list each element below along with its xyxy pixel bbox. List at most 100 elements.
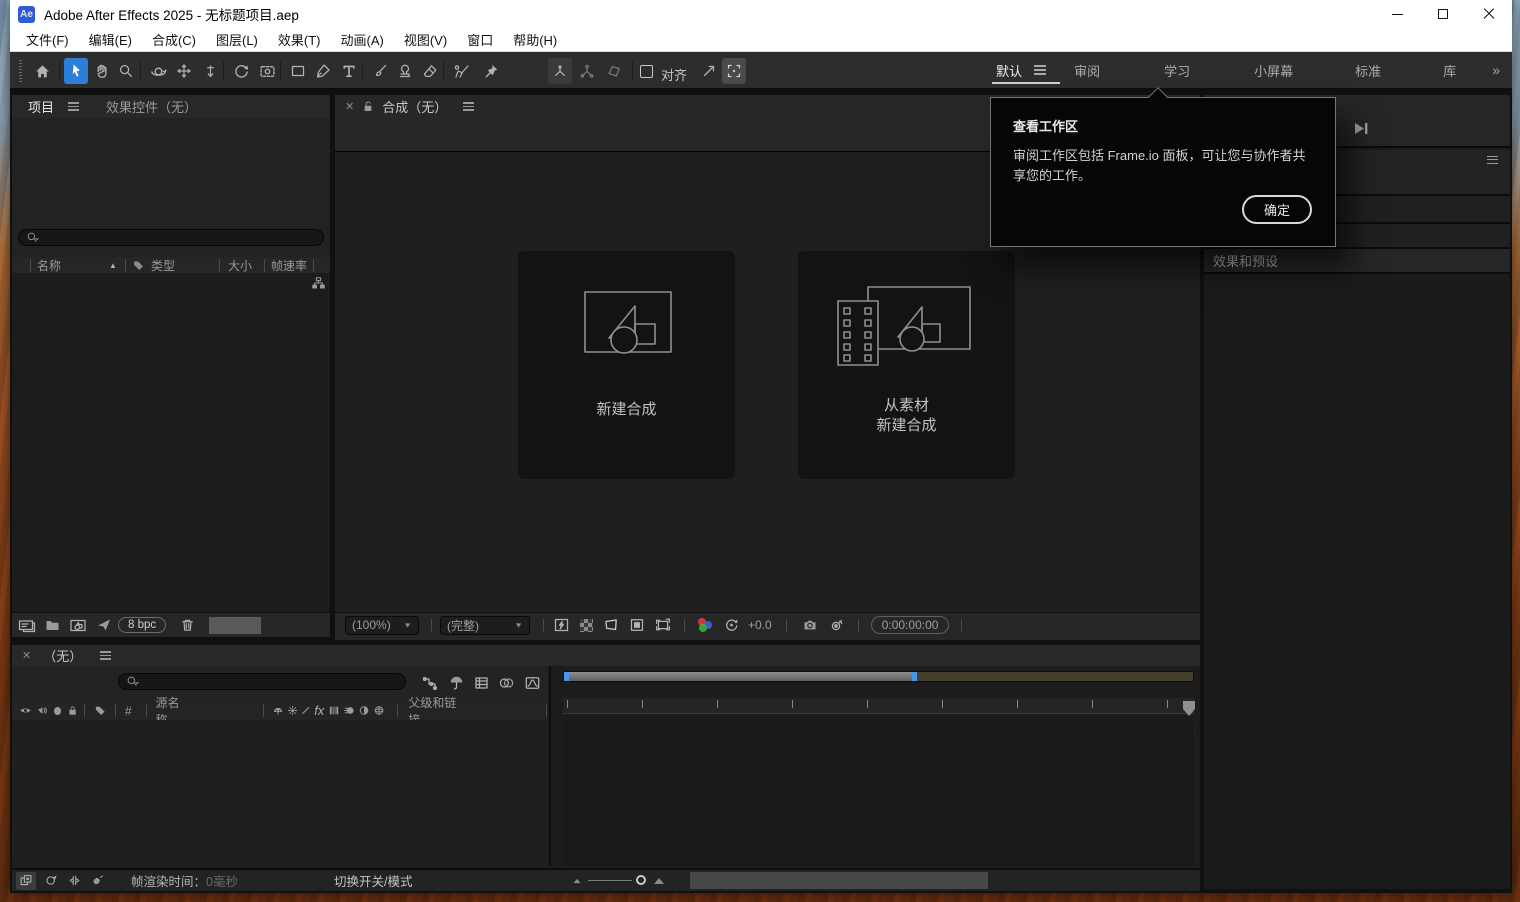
exposure-value[interactable]: +0.0 <box>748 618 772 632</box>
label-color-icon[interactable] <box>94 704 106 717</box>
graph-editor-icon[interactable] <box>524 675 541 691</box>
sort-ascending-icon[interactable]: ▲ <box>109 261 117 270</box>
new-folder-icon[interactable] <box>44 617 61 633</box>
project-panel-menu-icon[interactable] <box>68 106 80 107</box>
workspace-tab-small-screen[interactable]: 小屏幕 <box>1224 52 1323 88</box>
text-tool[interactable] <box>337 58 361 84</box>
workspace-tab-standard[interactable]: 标准 <box>1323 52 1413 88</box>
transfer-controls-icon[interactable] <box>44 874 59 887</box>
rotate-tool[interactable] <box>229 58 253 84</box>
pen-tool[interactable] <box>311 58 335 84</box>
snap-checkbox[interactable] <box>640 65 653 78</box>
orbit-camera-tool[interactable] <box>146 58 170 84</box>
column-framerate[interactable]: 帧速率 <box>271 257 307 274</box>
timeline-tab-label[interactable]: （无） <box>43 646 82 665</box>
region-of-interest-icon[interactable] <box>602 617 620 633</box>
view-axis-mode[interactable] <box>602 58 626 84</box>
puppet-pin-tool[interactable] <box>479 58 503 84</box>
workspace-tab-learn[interactable]: 学习 <box>1130 52 1224 88</box>
home-tool[interactable] <box>30 58 54 84</box>
menu-composition[interactable]: 合成(C) <box>142 28 206 51</box>
comp-tab-label[interactable]: 合成（无） <box>382 97 447 116</box>
shape-arrow-tool[interactable] <box>697 58 721 84</box>
frame-blend-icon[interactable] <box>328 704 340 717</box>
project-search-input[interactable] <box>18 229 324 246</box>
rectangle-tool[interactable] <box>286 58 310 84</box>
column-type[interactable]: 类型 <box>151 257 175 274</box>
comp-marker-bin-icon[interactable] <box>1181 700 1197 717</box>
time-ruler[interactable] <box>563 698 1194 714</box>
time-navigator-track[interactable] <box>563 671 1194 682</box>
timeline-layer-list[interactable] <box>12 720 547 866</box>
show-snapshot-icon[interactable] <box>828 617 846 633</box>
fast-preview-icon[interactable] <box>553 617 570 633</box>
project-hscrollbar[interactable] <box>209 617 261 634</box>
unlock-icon[interactable] <box>362 100 374 113</box>
mini-flowchart-icon[interactable] <box>422 675 440 691</box>
brush-tool[interactable] <box>368 58 392 84</box>
workspace-tab-default[interactable]: 默认 <box>984 52 1034 88</box>
zoom-in-mountain-icon[interactable] <box>654 878 664 884</box>
trash-icon[interactable] <box>180 617 195 633</box>
shy-layers-icon[interactable] <box>473 675 490 691</box>
tab-effect-controls[interactable]: 效果控件（无） <box>106 97 197 116</box>
clone-stamp-tool[interactable] <box>393 58 417 84</box>
magnification-dropdown[interactable]: (100%)▼ <box>345 616 419 635</box>
snapshot-camera-icon[interactable] <box>801 617 819 633</box>
toolbar-grip[interactable] <box>19 60 22 82</box>
pan-camera-tool[interactable] <box>172 58 196 84</box>
selection-tool[interactable] <box>64 58 88 84</box>
workspace-tab-review[interactable]: 审阅 <box>1062 52 1130 88</box>
quality-icon[interactable] <box>301 704 311 717</box>
in-out-panes-icon[interactable] <box>67 874 82 887</box>
project-items-list[interactable] <box>12 273 330 613</box>
workspace-tab-libraries[interactable]: 库 <box>1413 52 1486 88</box>
timeline-panel-menu-icon[interactable] <box>100 655 112 656</box>
preview-timecode[interactable]: 0:00:00:00 <box>871 616 950 634</box>
3d-layer-icon[interactable] <box>373 704 385 717</box>
timeline-hscrollbar[interactable] <box>690 872 988 889</box>
adjustment-layer-icon[interactable] <box>358 704 370 717</box>
new-composition-icon[interactable] <box>69 617 87 633</box>
align-label[interactable]: 对齐 <box>661 65 687 84</box>
time-navigator-bar[interactable] <box>564 672 917 681</box>
menu-help[interactable]: 帮助(H) <box>503 28 567 51</box>
minimize-button[interactable] <box>1374 0 1420 28</box>
paper-plane-icon[interactable] <box>96 617 112 633</box>
hand-tool[interactable] <box>90 58 114 84</box>
timeline-zoom-slider[interactable] <box>588 880 632 881</box>
label-color-icon[interactable] <box>132 259 145 272</box>
resolution-dropdown[interactable]: (完整)▼ <box>440 616 530 635</box>
audio-speaker-icon[interactable] <box>36 704 48 717</box>
lock-icon[interactable] <box>67 704 78 717</box>
draft-3d-icon[interactable] <box>448 675 465 691</box>
project-flowchart-icon[interactable] <box>311 276 326 290</box>
effects-fx-icon[interactable]: fx <box>314 704 324 718</box>
workspace-overflow-button[interactable]: » <box>1486 62 1504 78</box>
mask-visibility-icon[interactable] <box>629 617 645 633</box>
navigator-end-handle[interactable] <box>912 672 917 681</box>
project-bit-depth-button[interactable]: 8 bpc <box>118 617 166 633</box>
panel-menu-icon[interactable] <box>1487 159 1499 160</box>
column-size[interactable]: 大小 <box>228 257 252 274</box>
new-comp-from-footage-button[interactable]: 从素材 新建合成 <box>798 251 1015 479</box>
effects-presets-content[interactable] <box>1204 274 1510 889</box>
timeline-track-area[interactable] <box>563 720 1194 866</box>
zoom-out-mountain-icon[interactable] <box>574 878 581 882</box>
menu-animation[interactable]: 动画(A) <box>331 28 394 51</box>
tooltip-ok-button[interactable]: 确定 <box>1242 195 1312 224</box>
close-button[interactable] <box>1466 0 1512 28</box>
channel-rgb-icon[interactable] <box>697 618 713 632</box>
crop-region-icon[interactable] <box>654 617 672 633</box>
local-axis-mode[interactable] <box>548 58 572 84</box>
shy-icon[interactable] <box>272 704 284 717</box>
expand-layer-switches-button[interactable] <box>16 872 36 890</box>
eraser-tool[interactable] <box>418 58 442 84</box>
comp-panel-menu-icon[interactable] <box>463 106 475 107</box>
new-composition-button[interactable]: 新建合成 <box>518 251 735 479</box>
comp-tab-close-icon[interactable]: ✕ <box>345 100 354 113</box>
menu-layer[interactable]: 图层(L) <box>206 28 268 51</box>
maximize-button[interactable] <box>1420 0 1466 28</box>
zoom-slider-knob[interactable] <box>636 875 646 885</box>
timeline-tab-close-icon[interactable]: ✕ <box>22 649 31 662</box>
